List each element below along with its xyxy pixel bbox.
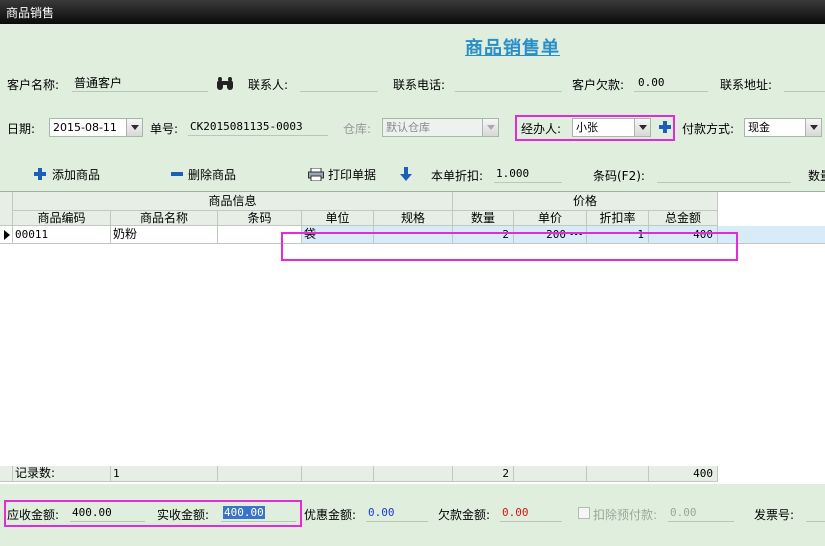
window-titlebar: 商品销售 (0, 0, 825, 24)
barcode-label: 条码(F2): (593, 169, 645, 183)
arrow-down-icon[interactable] (400, 167, 412, 181)
column-header-price[interactable]: 单价 (514, 211, 587, 226)
column-header-total[interactable]: 总金额 (649, 211, 718, 226)
customer-debt-label: 客户欠款: (572, 78, 625, 92)
column-header-discount[interactable]: 折扣率 (587, 211, 649, 226)
table-row-code[interactable]: 00011 (13, 226, 111, 244)
handler-highlight (515, 115, 675, 141)
summary-qty: 2 (453, 466, 514, 482)
warehouse-select: 默认仓库 (382, 118, 499, 137)
column-header-code[interactable]: 商品编码 (13, 211, 111, 226)
date-label: 日期: (7, 122, 36, 136)
row-pointer-icon (4, 230, 10, 240)
contact-field[interactable] (300, 74, 378, 92)
phone-field[interactable] (455, 74, 562, 92)
order-row: 日期: 2015-08-11 单号: CK2015081135-0003 仓库:… (0, 117, 825, 139)
date-picker[interactable]: 2015-08-11 (49, 118, 143, 137)
column-header-unit[interactable]: 单位 (302, 211, 374, 226)
order-discount-label: 本单折扣: (431, 169, 484, 183)
phone-label: 联系电话: (393, 78, 446, 92)
column-header-barcode[interactable]: 条码 (218, 211, 302, 226)
row-indicator[interactable] (0, 226, 13, 244)
customer-name-label: 客户名称: (7, 78, 60, 92)
address-field[interactable] (784, 74, 825, 92)
chevron-down-icon[interactable] (805, 119, 821, 136)
row-header-corner (0, 192, 13, 226)
summary-empty (218, 466, 302, 482)
printer-icon (308, 167, 324, 182)
payment-label: 付款方式: (682, 122, 735, 136)
summary-label: 记录数: (13, 466, 111, 482)
address-label: 联系地址: (720, 78, 773, 92)
order-discount-field[interactable]: 1.000 (494, 165, 562, 183)
binoculars-icon[interactable] (217, 77, 233, 91)
summary-empty (587, 466, 649, 482)
date-value: 2015-08-11 (53, 121, 117, 134)
warehouse-value: 默认仓库 (386, 121, 430, 134)
summary-empty (514, 466, 587, 482)
row-highlight (281, 232, 738, 261)
order-number-label: 单号: (150, 122, 179, 136)
page-title: 商品销售单 (465, 38, 560, 59)
order-number-field[interactable]: CK2015081135-0003 (188, 118, 328, 136)
chevron-down-icon[interactable] (126, 119, 142, 136)
payment-select[interactable]: 现金 (744, 118, 822, 137)
barcode-field[interactable] (657, 165, 791, 183)
chevron-down-icon (482, 119, 498, 136)
summary-count: 1 (111, 466, 218, 482)
warehouse-label: 仓库: (343, 122, 372, 136)
discount-amount-label: 优惠金额: (304, 508, 357, 522)
contact-label: 联系人: (248, 78, 289, 92)
invoice-label: 发票号: (754, 508, 795, 522)
summary-empty (302, 466, 374, 482)
add-product-button[interactable]: 添加商品 (52, 166, 100, 183)
summary-empty (374, 466, 453, 482)
group-header-price: 价格 (453, 192, 718, 211)
amount-highlight (4, 500, 302, 527)
toolbar: 添加商品 删除商品 打印单据 本单折扣: 1.000 条码(F2): 数量 (0, 164, 825, 186)
prepay-value: 0.00 (668, 504, 734, 522)
window-title: 商品销售 (6, 6, 55, 20)
table-row-name[interactable]: 奶粉 (111, 226, 218, 244)
payment-value: 现金 (748, 121, 770, 134)
prepay-checkbox (578, 507, 590, 519)
summary-row-corner (0, 466, 13, 482)
add-icon (34, 168, 46, 180)
customer-name-field[interactable]: 普通客户 (72, 74, 208, 92)
debt-amount-label: 欠款金额: (438, 508, 491, 522)
group-header-product-info: 商品信息 (13, 192, 453, 211)
column-header-name[interactable]: 商品名称 (111, 211, 218, 226)
minus-icon (171, 172, 183, 176)
prepay-label: 扣除预付款: (593, 508, 658, 522)
customer-debt-value: 0.00 (634, 74, 708, 92)
discount-amount-value: 0.00 (366, 504, 428, 522)
column-header-spec[interactable]: 规格 (374, 211, 453, 226)
column-header-qty[interactable]: 数量 (453, 211, 514, 226)
summary-total: 400 (649, 466, 718, 482)
quantity-label: 数量 (808, 169, 825, 183)
delete-product-button[interactable]: 删除商品 (188, 166, 236, 183)
debt-amount-value: 0.00 (500, 504, 562, 522)
invoice-field[interactable] (806, 504, 825, 522)
print-button[interactable]: 打印单据 (328, 166, 376, 183)
customer-row: 客户名称: 普通客户 联系人: 联系电话: 客户欠款: 0.00 联系地址: (0, 74, 825, 96)
